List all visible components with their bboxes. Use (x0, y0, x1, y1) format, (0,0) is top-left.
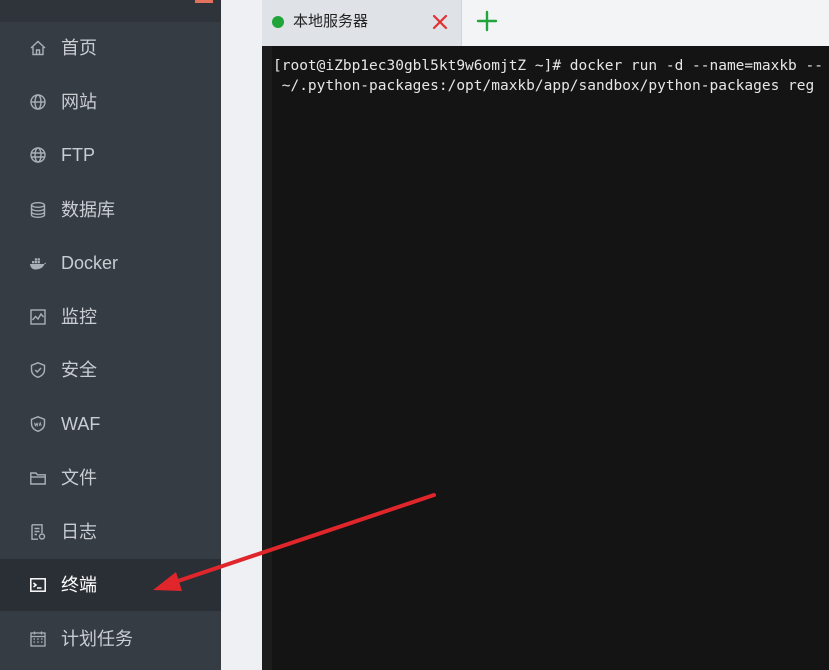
sidebar-item-label: Docker (61, 253, 119, 273)
monitor-chart-icon (29, 308, 47, 326)
notification-badge (195, 0, 213, 3)
sidebar-item-files[interactable]: 文件 (0, 452, 221, 504)
sidebar-item-database[interactable]: 数据库 (0, 184, 221, 236)
content-gap (221, 0, 262, 670)
sidebar-item-label: 数据库 (61, 200, 115, 220)
sidebar-item-label: 文件 (61, 468, 97, 488)
sidebar-item-terminal[interactable]: 终端 (0, 559, 221, 611)
terminal-line: [root@iZbp1ec30gbl5kt9w6omjtZ ~]# docker… (273, 58, 823, 74)
sidebar-item-website[interactable]: 网站 (0, 76, 221, 128)
sidebar-item-docker[interactable]: Docker (0, 237, 221, 289)
sidebar: 首页 网站 FTP 数据库 Docker 监控 安全 WAF 文件 日志 终端 … (0, 0, 221, 670)
shield-icon (29, 361, 47, 379)
sidebar-item-label: FTP (61, 145, 95, 165)
docker-whale-icon (29, 254, 47, 272)
database-icon (29, 201, 47, 219)
sidebar-item-label: 计划任务 (61, 629, 133, 649)
terminal-tab-bar: 本地服务器 (262, 0, 829, 46)
sidebar-item-label: 监控 (61, 307, 97, 327)
add-tab-button[interactable] (476, 10, 498, 32)
connection-status-dot (272, 16, 284, 28)
terminal-panel: 本地服务器 [root@iZbp1ec30gbl5kt9w6omjtZ ~]# … (262, 0, 829, 670)
sidebar-item-label: 终端 (61, 575, 97, 595)
sidebar-item-home[interactable]: 首页 (0, 22, 221, 74)
close-tab-button[interactable] (430, 12, 450, 32)
terminal-icon (29, 576, 47, 594)
globe-icon (29, 93, 47, 111)
sidebar-item-ftp[interactable]: FTP (0, 129, 221, 181)
sidebar-item-label: 安全 (61, 360, 97, 380)
sidebar-item-security[interactable]: 安全 (0, 344, 221, 396)
sidebar-item-cron[interactable]: 计划任务 (0, 613, 221, 665)
sidebar-item-monitor[interactable]: 监控 (0, 291, 221, 343)
sidebar-item-waf[interactable]: WAF (0, 398, 221, 450)
sidebar-item-label: WAF (61, 414, 101, 434)
home-icon (29, 39, 47, 57)
log-document-icon (29, 523, 47, 541)
sidebar-item-label: 日志 (61, 522, 97, 542)
terminal-output[interactable]: [root@iZbp1ec30gbl5kt9w6omjtZ ~]# docker… (262, 46, 829, 670)
sidebar-item-label: 首页 (61, 38, 97, 58)
plus-icon (476, 10, 498, 32)
folder-icon (29, 469, 47, 487)
terminal-line: ~/.python-packages:/opt/maxkb/app/sandbo… (273, 78, 815, 94)
terminal-gutter (262, 46, 272, 670)
waf-shield-icon (29, 415, 47, 433)
calendar-icon (29, 630, 47, 648)
ftp-globe-icon (29, 146, 47, 164)
sidebar-item-logs[interactable]: 日志 (0, 506, 221, 558)
sidebar-top-strip (0, 0, 221, 22)
terminal-tab[interactable]: 本地服务器 (262, 0, 462, 46)
terminal-tab-label: 本地服务器 (293, 13, 369, 30)
sidebar-item-label: 网站 (61, 92, 97, 112)
close-icon (432, 14, 448, 30)
